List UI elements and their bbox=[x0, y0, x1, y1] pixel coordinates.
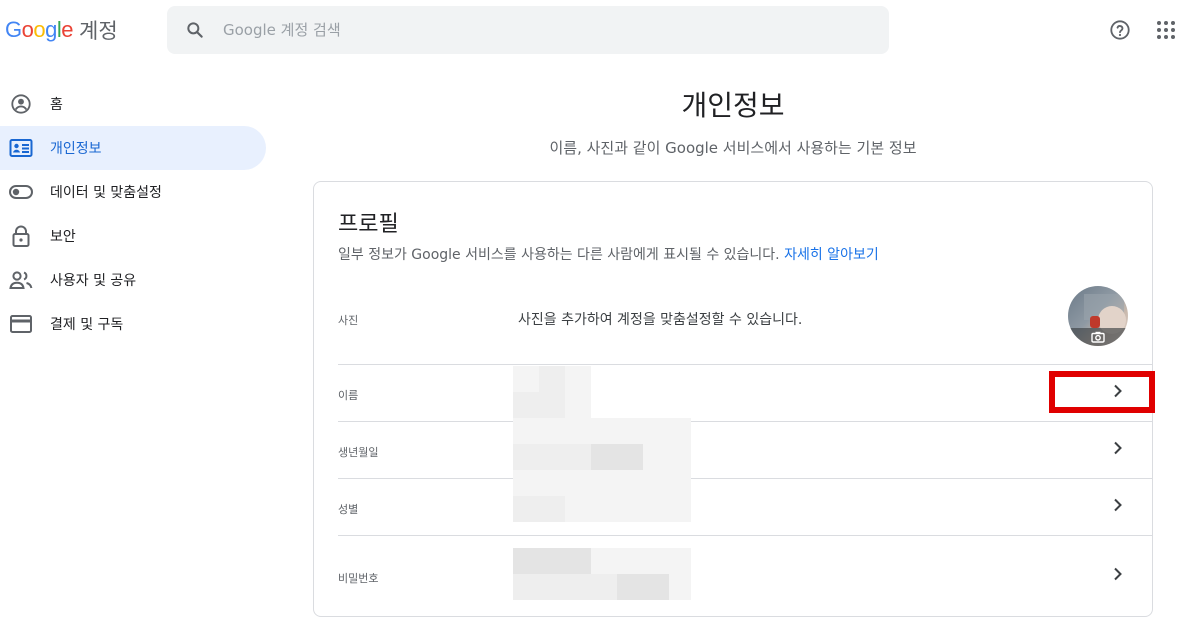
logo-letter: G bbox=[5, 17, 22, 42]
google-account-logo[interactable]: Google 계정 bbox=[5, 14, 118, 46]
sidebar-item-label: 결제 및 구독 bbox=[50, 317, 124, 333]
row-value: 사진을 추가하여 계정을 맞춤설정할 수 있습니다. bbox=[518, 312, 803, 328]
row-label: 사진 bbox=[338, 314, 359, 327]
chevron-right-icon[interactable] bbox=[1106, 493, 1130, 517]
credit-card-icon bbox=[9, 312, 33, 336]
main-content: 개인정보 이름, 사진과 같이 Google 서비스에서 사용하는 기본 정보 … bbox=[313, 82, 1153, 617]
card-description: 일부 정보가 Google 서비스를 사용하는 다른 사람에게 표시될 수 있습… bbox=[338, 244, 879, 264]
row-label: 생년월일 bbox=[338, 446, 379, 459]
top-bar: Google 계정 bbox=[0, 0, 1180, 62]
sidebar-item-label: 개인정보 bbox=[50, 141, 102, 157]
search-bar[interactable] bbox=[167, 6, 889, 54]
sidebar-item-security[interactable]: 보안 bbox=[0, 214, 266, 258]
profile-card: 프로필 일부 정보가 Google 서비스를 사용하는 다른 사람에게 표시될 … bbox=[313, 181, 1153, 617]
page-subtitle: 이름, 사진과 같이 Google 서비스에서 사용하는 기본 정보 bbox=[549, 139, 917, 157]
chevron-right-icon[interactable] bbox=[1106, 436, 1130, 460]
people-icon bbox=[9, 268, 33, 292]
camera-icon bbox=[1068, 328, 1128, 346]
sidebar-item-label: 보안 bbox=[50, 229, 76, 245]
product-name: 계정 bbox=[79, 19, 118, 43]
sidebar-nav: 홈 개인정보 데이터 및 맞춤설정 보안 사용자 및 공유 결제 및 구독 bbox=[0, 82, 266, 346]
learn-more-link[interactable]: 자세히 알아보기 bbox=[784, 247, 879, 263]
sidebar-item-label: 데이터 및 맞춤설정 bbox=[50, 185, 162, 201]
row-label: 이름 bbox=[338, 389, 359, 402]
search-icon[interactable] bbox=[167, 6, 223, 54]
profile-row-password[interactable]: 비밀번호 bbox=[338, 535, 1152, 616]
profile-row-photo[interactable]: 사진 사진을 추가하여 계정을 맞춤설정할 수 있습니다. bbox=[338, 282, 1152, 364]
sidebar-item-personal-info[interactable]: 개인정보 bbox=[0, 126, 266, 170]
apps-grid-icon[interactable] bbox=[1152, 16, 1180, 44]
logo-letter: o bbox=[21, 17, 34, 42]
id-card-icon bbox=[9, 136, 33, 160]
sidebar-item-payments-subscriptions[interactable]: 결제 및 구독 bbox=[0, 302, 266, 346]
google-wordmark: Google bbox=[5, 17, 74, 43]
highlight-box bbox=[1049, 371, 1155, 413]
logo-letter: e bbox=[61, 17, 74, 42]
page-title: 개인정보 bbox=[681, 89, 785, 122]
logo-letter: g bbox=[45, 17, 57, 42]
chevron-right-icon[interactable] bbox=[1106, 562, 1130, 586]
sidebar-item-label: 홈 bbox=[50, 97, 63, 113]
profile-row-gender[interactable]: 성별 bbox=[338, 478, 1152, 535]
card-title: 프로필 bbox=[338, 212, 399, 237]
profile-row-name[interactable]: 이름 bbox=[338, 364, 1152, 421]
sidebar-item-label: 사용자 및 공유 bbox=[50, 273, 137, 289]
toggle-icon bbox=[9, 180, 33, 204]
sidebar-item-data-personalization[interactable]: 데이터 및 맞춤설정 bbox=[0, 170, 266, 214]
help-icon[interactable] bbox=[1106, 16, 1134, 44]
account-circle-icon bbox=[9, 92, 33, 116]
profile-avatar[interactable] bbox=[1068, 286, 1128, 346]
row-label: 비밀번호 bbox=[338, 572, 379, 585]
lock-icon bbox=[9, 224, 33, 248]
sidebar-item-people-sharing[interactable]: 사용자 및 공유 bbox=[0, 258, 266, 302]
profile-row-birthday[interactable]: 생년월일 bbox=[338, 421, 1152, 478]
logo-letter: o bbox=[33, 17, 46, 42]
sidebar-item-home[interactable]: 홈 bbox=[0, 82, 266, 126]
card-description-text: 일부 정보가 Google 서비스를 사용하는 다른 사람에게 표시될 수 있습… bbox=[338, 247, 780, 263]
search-input[interactable] bbox=[223, 21, 823, 39]
row-label: 성별 bbox=[338, 503, 359, 516]
